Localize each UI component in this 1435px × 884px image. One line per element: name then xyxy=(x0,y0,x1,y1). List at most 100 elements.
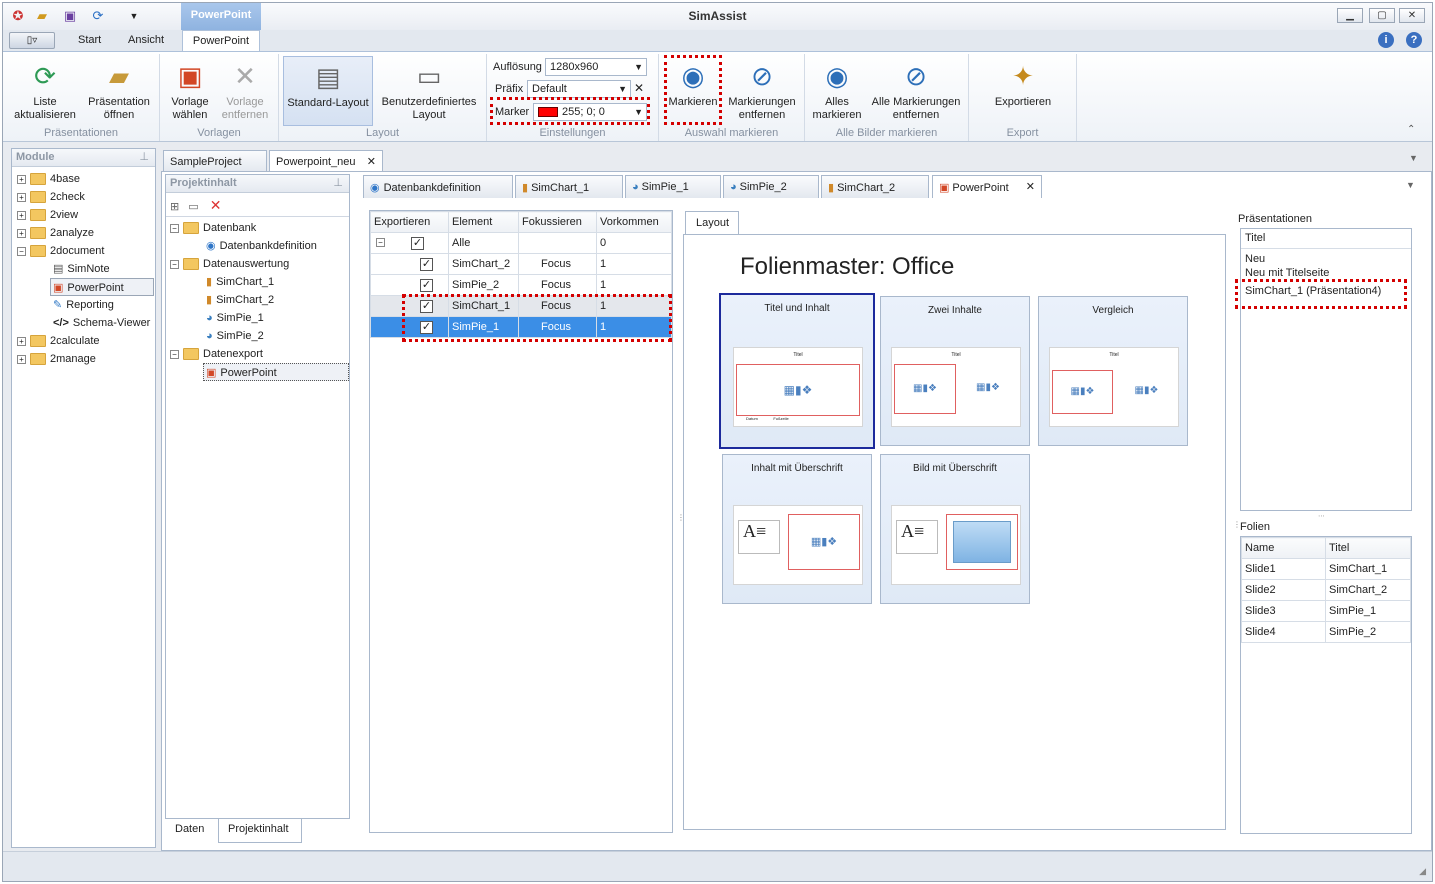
pin-icon[interactable]: ⊥ xyxy=(139,149,149,166)
col-header-title[interactable]: Titel xyxy=(1325,537,1411,559)
cell-focus[interactable] xyxy=(518,232,597,254)
table-row[interactable]: ✓ SimPie_2 Focus 1 xyxy=(370,274,672,296)
col-header-export[interactable]: Exportieren xyxy=(370,211,449,233)
tree-item-datenbank[interactable]: − Datenbank xyxy=(170,219,349,237)
doc-tab-sampleproject[interactable]: SampleProject xyxy=(163,150,267,172)
tree-item-4base[interactable]: +4base xyxy=(17,170,155,188)
subtab-simchart-2[interactable]: ▮ SimChart_2 xyxy=(821,175,929,198)
tree-item-2check[interactable]: +2check xyxy=(17,188,155,206)
tab-list-dropdown-icon[interactable]: ▼ xyxy=(1409,153,1418,163)
mark-all-button[interactable]: ◉ Alles markieren xyxy=(809,56,865,122)
tab-powerpoint[interactable]: PowerPoint xyxy=(182,30,260,52)
close-button[interactable]: ✕ xyxy=(1399,8,1425,23)
tab-data[interactable]: Daten xyxy=(175,823,204,835)
expand-icon[interactable]: + xyxy=(17,354,26,364)
expand-icon[interactable]: + xyxy=(17,336,26,346)
export-button[interactable]: ✦ Exportieren xyxy=(983,56,1063,109)
prefix-select[interactable]: Default ▼ xyxy=(527,80,631,98)
collapse-icon[interactable]: − xyxy=(376,238,385,248)
collapse-all-icon[interactable]: ▭ xyxy=(188,201,198,213)
subtab-list-dropdown-icon[interactable]: ▼ xyxy=(1406,180,1415,190)
slide-layout-two-content[interactable]: Zwei Inhalte Titel ▦▮❖ ▦▮❖ xyxy=(880,296,1030,446)
tree-item-2analyze[interactable]: +2analyze xyxy=(17,224,155,242)
clear-prefix-icon[interactable]: ✕ xyxy=(634,81,644,95)
remove-marks-button[interactable]: ⊘ Markierungen entfernen xyxy=(723,56,801,122)
table-row[interactable]: Slide1 SimChart_1 xyxy=(1241,558,1411,580)
expand-icon[interactable]: + xyxy=(17,228,26,238)
presentation-item-new[interactable]: Neu xyxy=(1241,249,1411,267)
collapse-icon[interactable]: − xyxy=(170,259,179,269)
doc-tab-powerpoint-neu[interactable]: Powerpoint_neu ✕ xyxy=(269,150,383,172)
subtab-simpie-1[interactable]: ◕ SimPie_1 xyxy=(625,175,721,198)
tree-item-powerpoint-export[interactable]: ▣ PowerPoint xyxy=(203,363,349,381)
open-presentation-button[interactable]: ▰ Präsentation öffnen xyxy=(83,56,155,122)
choose-template-button[interactable]: ▣ Vorlage wählen xyxy=(164,56,216,122)
info-icon[interactable]: i xyxy=(1378,32,1394,48)
slide-layout-title-content[interactable]: Titel und Inhalt Titel ▦▮❖ Datum Fußzeil… xyxy=(719,293,875,449)
table-row[interactable]: Slide4 SimPie_2 xyxy=(1241,621,1411,643)
tree-item-datenauswertung[interactable]: − Datenauswertung xyxy=(170,255,349,273)
table-row[interactable]: Slide2 SimChart_2 xyxy=(1241,579,1411,601)
delete-icon[interactable]: ✕ xyxy=(210,197,222,213)
tree-item-2calculate[interactable]: +2calculate xyxy=(17,332,155,350)
remove-all-marks-button[interactable]: ⊘ Alle Markierungen entfernen xyxy=(869,56,963,122)
table-row[interactable]: ✓ SimChart_2 Focus 1 xyxy=(370,253,672,275)
tree-item-schema-viewer[interactable]: </> Schema-Viewer xyxy=(17,314,155,332)
subtab-simpie-2[interactable]: ◕ SimPie_2 xyxy=(723,175,819,198)
presentations-header[interactable]: Titel xyxy=(1241,229,1411,249)
standard-layout-button[interactable]: ▤ Standard-Layout xyxy=(283,56,373,126)
slide-layout-picture-caption[interactable]: Bild mit Überschrift A≡ xyxy=(880,454,1030,604)
cell-focus[interactable]: Focus xyxy=(518,274,597,296)
col-header-count[interactable]: Vorkommen xyxy=(596,211,672,233)
tree-item-simchart-2[interactable]: ▮ SimChart_2 xyxy=(170,291,349,309)
expand-icon[interactable]: + xyxy=(17,210,26,220)
subtab-powerpoint[interactable]: ▣ PowerPoint ✕ xyxy=(932,175,1042,198)
help-icon[interactable]: ? xyxy=(1406,32,1422,48)
export-checkbox[interactable]: ✓ xyxy=(420,278,433,292)
close-tab-icon[interactable]: ✕ xyxy=(367,155,376,168)
tree-item-reporting[interactable]: ✎ Reporting xyxy=(17,296,155,314)
layout-tab[interactable]: Layout xyxy=(685,211,739,235)
refresh-list-button[interactable]: ⟳ Liste aktualisieren xyxy=(9,56,81,122)
col-header-name[interactable]: Name xyxy=(1241,537,1326,559)
tab-start[interactable]: Start xyxy=(78,34,101,46)
expand-icon[interactable]: + xyxy=(17,174,26,184)
pin-icon[interactable]: ⊥ xyxy=(333,175,343,192)
tree-item-2view[interactable]: +2view xyxy=(17,206,155,224)
expand-icon[interactable]: + xyxy=(17,192,26,202)
collapse-icon[interactable]: − xyxy=(170,349,179,359)
tree-item-simnote[interactable]: ▤ SimNote xyxy=(17,260,155,278)
col-header-focus[interactable]: Fokussieren xyxy=(518,211,597,233)
cell-focus[interactable]: Focus xyxy=(518,253,597,275)
tab-project-content[interactable]: Projektinhalt xyxy=(228,823,289,835)
collapse-icon[interactable]: − xyxy=(17,246,26,256)
collapse-icon[interactable]: − xyxy=(170,223,179,233)
splitter-grip[interactable]: ⋯ xyxy=(1318,512,1325,520)
maximize-button[interactable]: ▢ xyxy=(1369,8,1395,23)
tree-item-simchart-1[interactable]: ▮ SimChart_1 xyxy=(170,273,349,291)
export-checkbox[interactable]: ✓ xyxy=(411,236,424,250)
expand-all-icon[interactable]: ⊞ xyxy=(170,201,179,213)
collapse-ribbon-icon[interactable]: ⌃ xyxy=(1407,124,1415,135)
tree-item-powerpoint[interactable]: ▣ PowerPoint xyxy=(50,278,154,296)
col-header-element[interactable]: Element xyxy=(448,211,519,233)
minimize-button[interactable]: ▁ xyxy=(1337,8,1363,23)
subtab-datenbankdefinition[interactable]: ◉ Datenbankdefinition xyxy=(363,175,513,198)
table-row[interactable]: − ✓ Alle 0 xyxy=(370,232,672,254)
tree-item-simpie-2[interactable]: ◕ SimPie_2 xyxy=(170,327,349,345)
slide-layout-comparison[interactable]: Vergleich Titel ▦▮❖ ▦▮❖ xyxy=(1038,296,1188,446)
app-menu-button[interactable]: ▯▿ xyxy=(9,32,55,49)
resolution-select[interactable]: 1280x960 ▼ xyxy=(545,58,647,76)
close-tab-icon[interactable]: ✕ xyxy=(1026,180,1035,193)
tab-view[interactable]: Ansicht xyxy=(128,34,164,46)
tree-item-datenbankdefinition[interactable]: ◉ Datenbankdefinition xyxy=(170,237,349,255)
tree-item-2document[interactable]: −2document xyxy=(17,242,155,260)
table-row[interactable]: Slide3 SimPie_1 xyxy=(1241,600,1411,622)
tree-item-datenexport[interactable]: − Datenexport xyxy=(170,345,349,363)
slide-layout-content-caption[interactable]: Inhalt mit Überschrift A≡ ▦▮❖ xyxy=(722,454,872,604)
tree-item-2manage[interactable]: +2manage xyxy=(17,350,155,368)
custom-layout-button[interactable]: ▭ Benutzerdefiniertes Layout xyxy=(377,56,481,122)
remove-template-button[interactable]: ✕ Vorlage entfernen xyxy=(216,56,274,122)
tree-item-simpie-1[interactable]: ◕ SimPie_1 xyxy=(170,309,349,327)
subtab-simchart-1[interactable]: ▮ SimChart_1 xyxy=(515,175,623,198)
